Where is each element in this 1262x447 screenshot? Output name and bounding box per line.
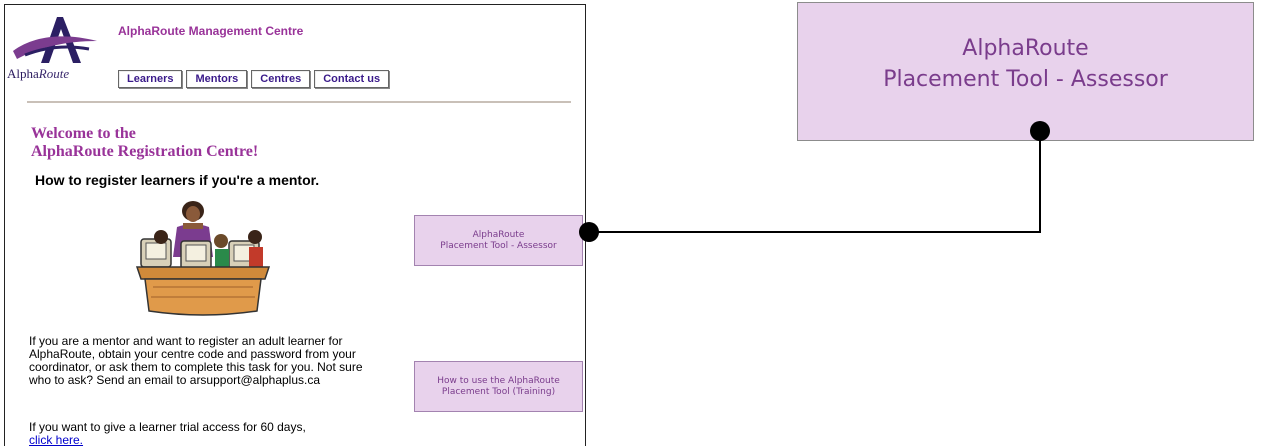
logo-wordmark-alpha: Alpha xyxy=(7,66,39,81)
welcome-heading: Welcome to the AlphaRoute Registration C… xyxy=(31,125,258,161)
training-button-line-1: How to use the AlphaRoute xyxy=(437,375,560,386)
page-frame: AlphaRoute AlphaRoute Management Centre … xyxy=(4,4,586,447)
assessor-button-line-2: Placement Tool - Assessor xyxy=(440,240,557,251)
header-divider xyxy=(27,101,571,103)
assessor-button-line-1: AlphaRoute xyxy=(472,229,525,240)
alpharoute-logo[interactable]: AlphaRoute xyxy=(5,11,105,81)
training-button-line-2: Placement Tool (Training) xyxy=(441,386,556,397)
logo-mark-icon xyxy=(13,17,97,63)
trial-access-sentence: If you want to give a learner trial acce… xyxy=(29,420,306,434)
welcome-line-2: AlphaRoute Registration Centre! xyxy=(31,143,259,160)
nav-tab-contact-us[interactable]: Contact us xyxy=(314,70,390,88)
connector-path xyxy=(589,131,1041,233)
callout-line-1: AlphaRoute xyxy=(962,36,1089,61)
mentor-instructions: If you are a mentor and want to register… xyxy=(29,334,363,387)
nav-tab-centres[interactable]: Centres xyxy=(251,70,311,88)
nav-tab-mentors[interactable]: Mentors xyxy=(186,70,248,88)
callout-line-2: Placement Tool - Assessor xyxy=(883,67,1168,92)
zoomed-assessor-callout: AlphaRoute Placement Tool - Assessor xyxy=(797,2,1254,141)
training-placement-tool-button[interactable]: How to use the AlphaRoute Placement Tool… xyxy=(414,361,583,412)
nav-tab-learners[interactable]: Learners xyxy=(118,70,183,88)
assessor-placement-tool-button[interactable]: AlphaRoute Placement Tool - Assessor xyxy=(414,215,583,266)
mentor-illustration-icon xyxy=(135,201,271,316)
logo-wordmark-route: Route xyxy=(38,66,70,81)
trial-access-link[interactable]: click here. xyxy=(29,433,83,447)
main-nav: Learners Mentors Centres Contact us xyxy=(118,70,393,88)
logo-wordmark: AlphaRoute xyxy=(7,66,69,82)
trial-access-text: If you want to give a learner trial acce… xyxy=(29,421,384,447)
mentor-classroom-illustration xyxy=(133,197,273,327)
welcome-line-1: Welcome to the xyxy=(31,125,136,142)
site-title: AlphaRoute Management Centre xyxy=(118,24,304,38)
howto-heading: How to register learners if you're a men… xyxy=(35,172,320,188)
